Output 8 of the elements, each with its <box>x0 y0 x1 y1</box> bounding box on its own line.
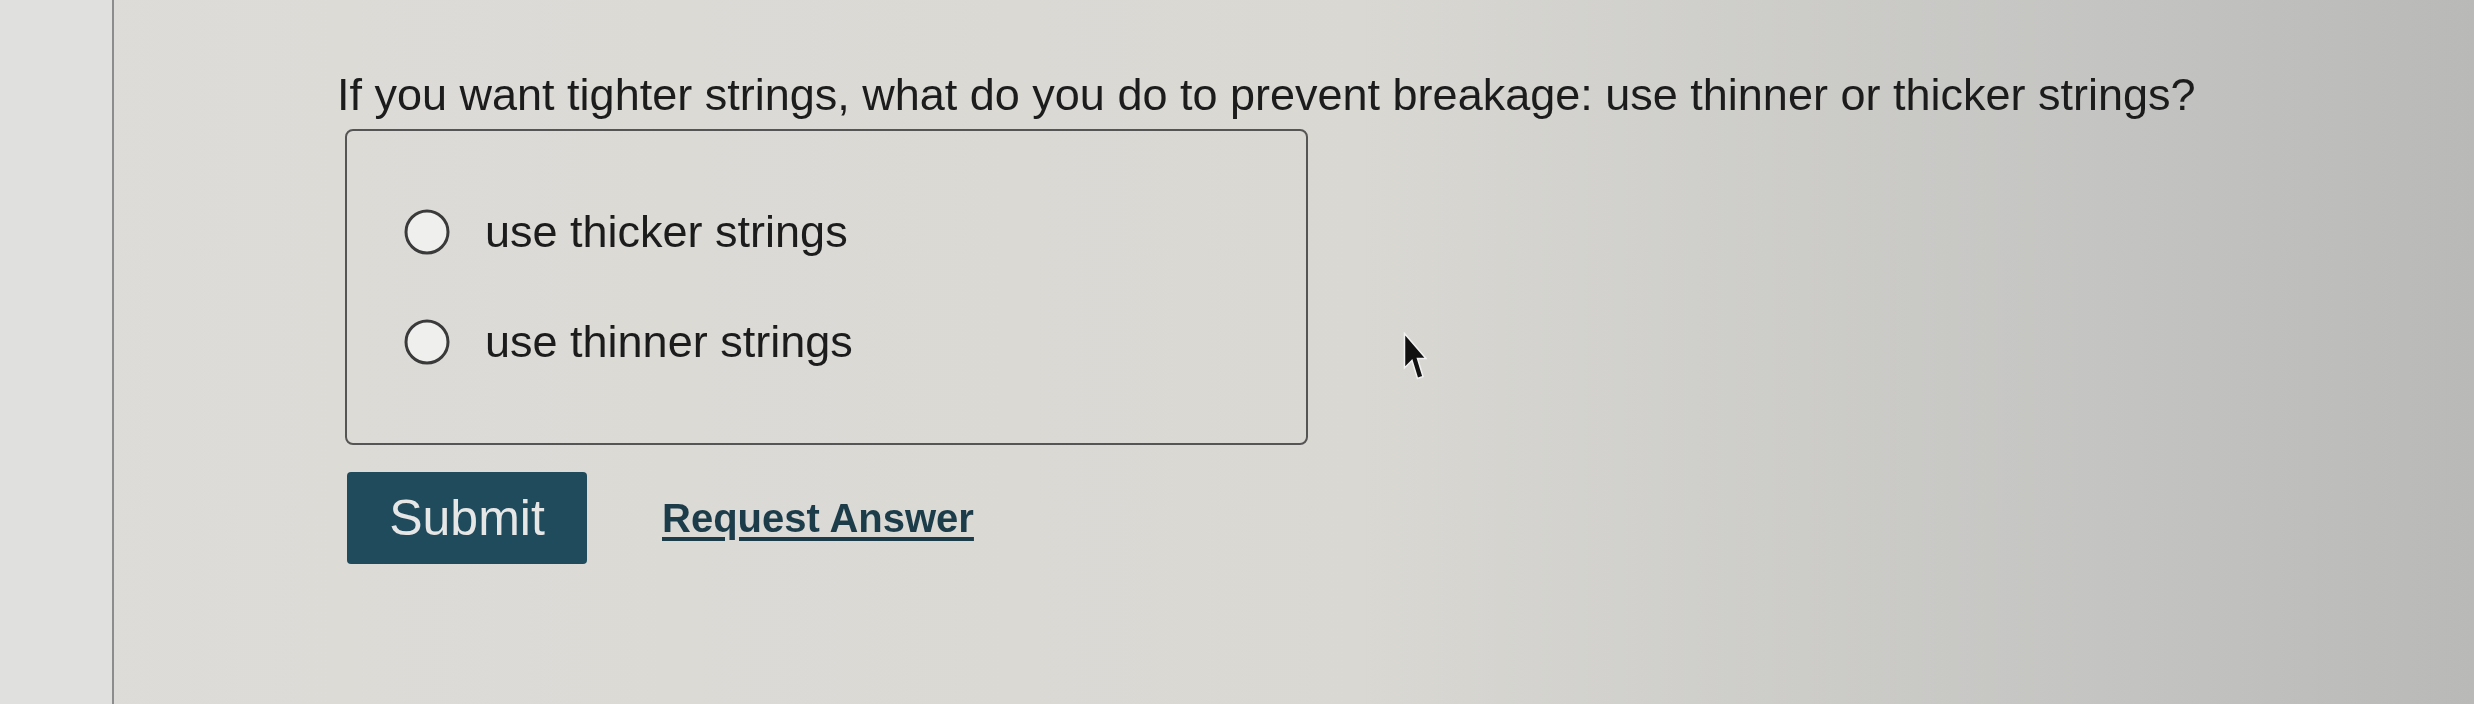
radio-icon[interactable] <box>404 319 450 365</box>
radio-icon[interactable] <box>404 209 450 255</box>
answer-option[interactable]: use thinner strings <box>404 316 853 368</box>
request-answer-link[interactable]: Request Answer <box>662 495 974 541</box>
mouse-pointer-icon <box>1403 332 1427 380</box>
question-text: If you want tighter strings, what do you do to prevent breakage: use thinner or thicker strings? <box>337 68 2196 122</box>
submit-button[interactable]: Submit <box>347 472 587 564</box>
answer-option[interactable]: use thicker strings <box>404 206 848 258</box>
